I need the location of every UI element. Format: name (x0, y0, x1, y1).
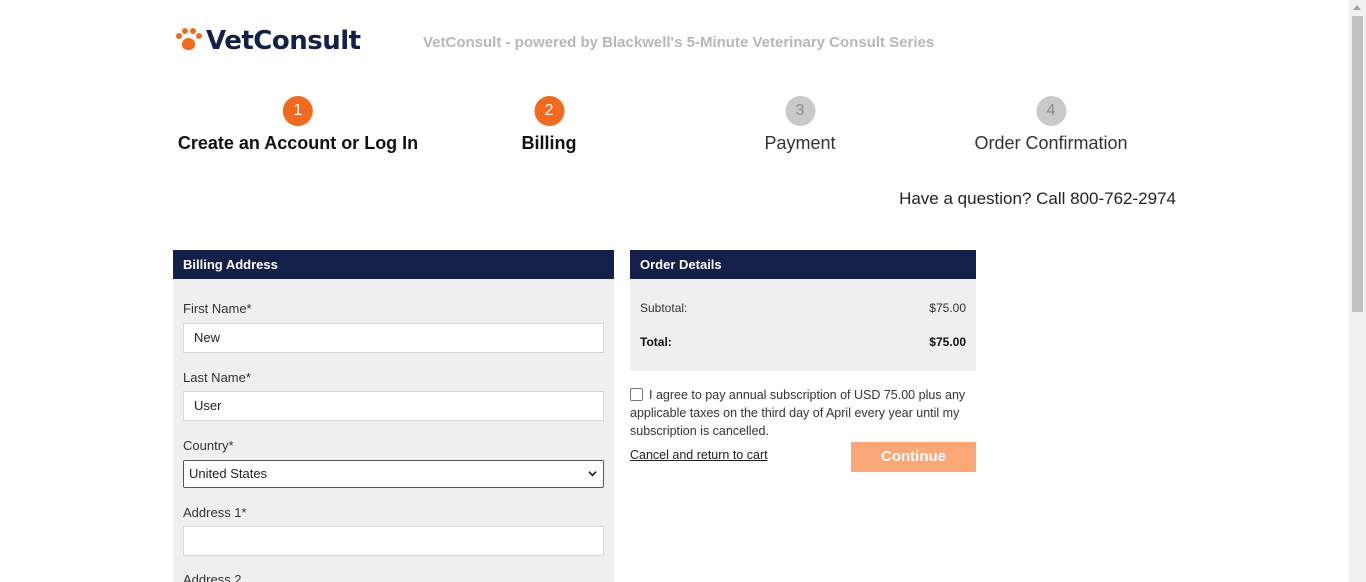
subtotal-value: $75.00 (929, 301, 966, 315)
subscription-agreement: I agree to pay annual subscription of US… (630, 386, 976, 440)
step-billing: 2 Billing (522, 96, 577, 154)
order-details-header: Order Details (630, 250, 976, 279)
step-number: 3 (784, 96, 815, 126)
continue-button[interactable]: Continue (851, 442, 976, 472)
address1-input[interactable] (183, 526, 604, 556)
vetconsult-logo[interactable]: VetConsult (174, 26, 361, 56)
page-scrollbar[interactable] (1349, 0, 1366, 582)
step-label: Create an Account or Log In (177, 133, 419, 153)
last-name-label: Last Name* (183, 370, 251, 385)
step-number: 1 (282, 96, 313, 126)
last-name-input[interactable]: User (183, 391, 604, 421)
country-label: Country* (183, 438, 234, 453)
step-label: Order Confirmation (974, 133, 1128, 153)
billing-address-panel: Billing Address First Name* New Last Nam… (173, 250, 614, 582)
scrollbar-thumb[interactable] (1352, 16, 1363, 312)
country-selected-value: United States (189, 466, 268, 481)
cancel-return-to-cart-link[interactable]: Cancel and return to cart (630, 448, 768, 462)
step-payment: 3 Payment (764, 96, 836, 154)
paw-icon (174, 27, 202, 55)
first-name-input[interactable]: New (183, 323, 604, 353)
total-value: $75.00 (929, 335, 966, 349)
first-name-label: First Name* (183, 301, 252, 316)
order-details-panel: Order Details Subtotal: $75.00 Total: $7… (630, 250, 976, 371)
billing-address-header: Billing Address (173, 250, 614, 279)
step-number: 4 (1036, 96, 1066, 126)
address1-label: Address 1* (183, 505, 247, 520)
agree-checkbox[interactable] (630, 388, 643, 401)
help-phone-text: Have a question? Call 800-762-2974 (899, 189, 1176, 208)
scroll-up-arrow-icon[interactable] (1353, 5, 1361, 10)
country-select[interactable]: United States (183, 460, 604, 488)
logo-text: VetConsult (206, 26, 361, 56)
subtotal-row: Subtotal: $75.00 (640, 301, 966, 315)
step-label: Billing (521, 133, 577, 153)
total-row: Total: $75.00 (640, 335, 966, 349)
total-label: Total: (640, 335, 672, 349)
tagline: VetConsult - powered by Blackwell's 5-Mi… (423, 34, 935, 51)
agree-text: I agree to pay annual subscription of US… (630, 388, 966, 438)
step-number: 2 (534, 96, 564, 126)
subtotal-label: Subtotal: (640, 301, 688, 315)
step-order-confirmation: 4 Order Confirmation (974, 96, 1128, 154)
step-label: Payment (764, 133, 836, 153)
step-create-account: 1 Create an Account or Log In (178, 96, 418, 154)
chevron-down-icon (588, 471, 597, 477)
address2-label: Address 2 (183, 572, 242, 582)
